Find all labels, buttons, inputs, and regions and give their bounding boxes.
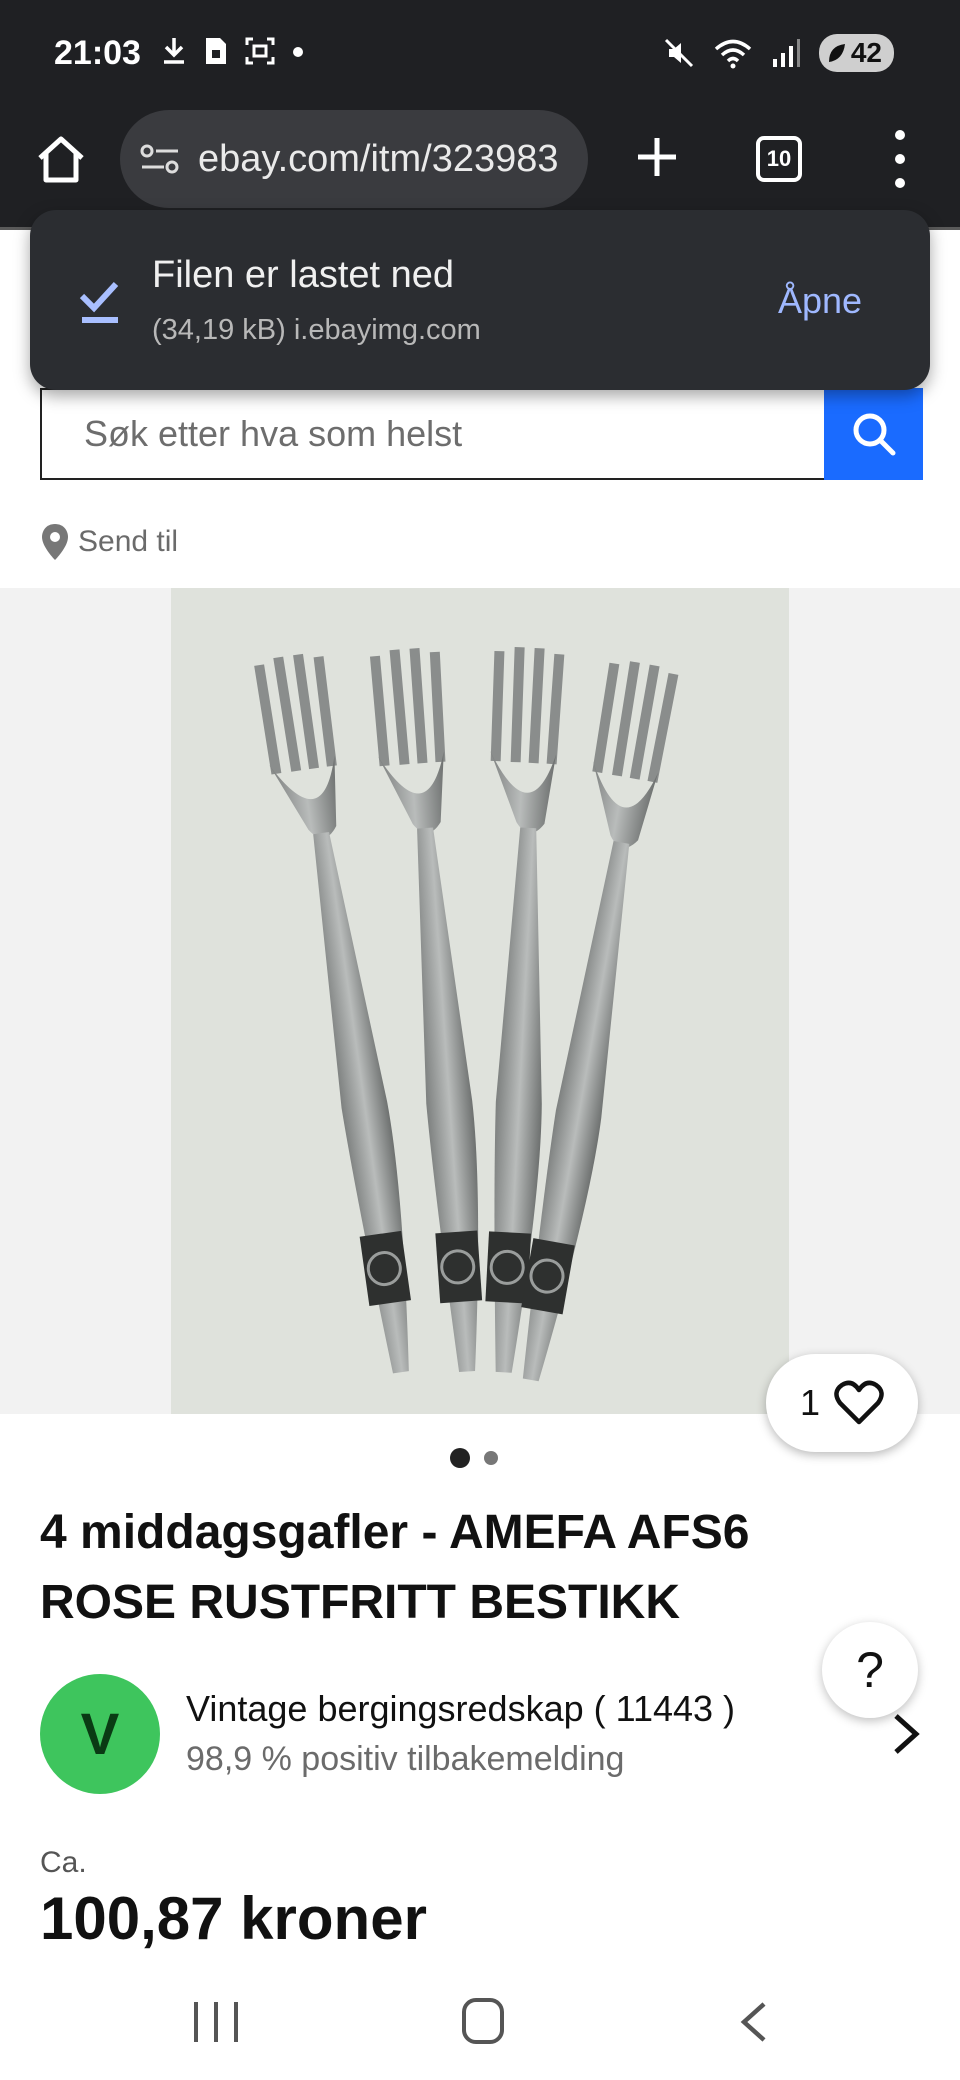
seller-feedback: 98,9 % positiv tilbakemelding <box>186 1740 625 1778</box>
send-to-location[interactable]: Send til <box>40 522 178 562</box>
snackbar-title: Filen er lastet ned <box>152 254 455 296</box>
location-pin-icon <box>42 524 68 560</box>
price: 100,87 kroner <box>40 1885 427 1952</box>
home-icon[interactable] <box>34 132 88 186</box>
recent-apps-icon[interactable] <box>194 2002 238 2042</box>
system-navigation-bar <box>0 1976 960 2080</box>
chevron-right-icon <box>894 1714 920 1754</box>
gallery-pagination <box>450 1448 498 1468</box>
status-right-icons: 42 <box>663 34 894 72</box>
pagination-dot[interactable] <box>484 1451 498 1465</box>
watch-count: 1 <box>799 1382 821 1423</box>
product-image-gallery[interactable] <box>0 588 960 1414</box>
watch-button[interactable]: 1 <box>766 1354 918 1452</box>
status-time: 21:03 <box>54 34 141 72</box>
price-prefix: Ca. <box>40 1846 87 1879</box>
download-complete-icon <box>79 281 119 323</box>
battery-level: 42 <box>850 37 882 68</box>
address-bar[interactable]: ebay.com/itm/323983 <box>120 110 588 208</box>
search-input[interactable]: Søk etter hva som helst <box>40 388 824 480</box>
search-placeholder: Søk etter hva som helst <box>84 413 463 454</box>
status-left-icons <box>160 36 304 66</box>
url-text: ebay.com/itm/323983 <box>198 137 559 180</box>
new-tab-icon[interactable] <box>630 130 684 184</box>
signal-icon <box>772 39 800 67</box>
battery-icon: 42 <box>818 34 894 72</box>
open-download-button[interactable]: Åpne <box>778 280 862 322</box>
back-icon[interactable] <box>734 1998 774 2046</box>
mute-icon <box>664 38 693 68</box>
forks-illustration <box>171 588 789 1414</box>
download-snackbar: Filen er lastet ned (34,19 kB) i.ebayimg… <box>30 210 930 390</box>
search-button[interactable] <box>824 388 923 480</box>
snackbar-details: (34,19 kB) i.ebayimg.com <box>152 314 481 346</box>
status-bar: 21:03 42 <box>0 0 960 110</box>
more-menu-icon[interactable] <box>880 130 920 188</box>
send-to-label: Send til <box>78 525 179 558</box>
seller-card[interactable]: V Vintage bergingsredskap ( 11443 ) 98,9… <box>40 1674 920 1794</box>
screenshot-icon <box>245 37 275 65</box>
heart-icon <box>834 1380 884 1425</box>
sim-icon <box>206 38 226 64</box>
tab-switcher-button[interactable]: 10 <box>756 136 802 182</box>
site-settings-icon[interactable] <box>140 142 180 176</box>
download-icon <box>164 38 184 64</box>
home-nav-icon[interactable] <box>462 1998 504 2044</box>
product-photo[interactable] <box>171 588 789 1414</box>
wifi-icon <box>714 39 752 69</box>
pagination-dot-active[interactable] <box>450 1448 470 1468</box>
battery-leaf-icon <box>828 44 845 62</box>
seller-name: Vintage bergingsredskap ( 11443 ) <box>186 1688 736 1729</box>
search-icon <box>853 413 895 456</box>
avatar: V <box>40 1674 160 1794</box>
product-title: 4 middagsgafler - AMEFA AFS6 ROSE RUSTFR… <box>40 1506 750 1629</box>
dot-icon <box>293 47 303 57</box>
